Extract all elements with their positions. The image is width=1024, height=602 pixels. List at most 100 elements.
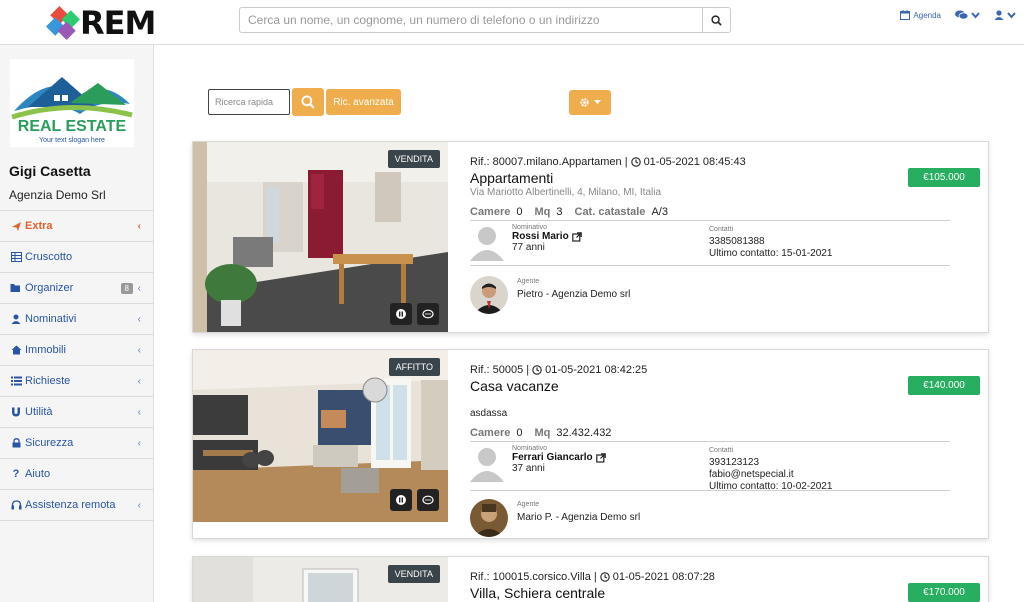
agent-name: Mario P. - Agenzia Demo srl: [517, 512, 641, 523]
global-search: [239, 7, 731, 33]
listing-features: Camere 0 Mq 32.432.432: [470, 427, 950, 439]
feature-label: Mq: [534, 206, 551, 218]
lead-name: Ferrari Giancarlo: [512, 452, 593, 463]
comment-button[interactable]: [417, 303, 439, 325]
messages-menu[interactable]: [955, 10, 980, 20]
header-actions: Agenda: [900, 10, 1016, 20]
user-name: Gigi Casetta: [9, 163, 91, 179]
listing-status-tag: VENDITA: [387, 150, 440, 168]
logo-x-icon: [46, 6, 80, 40]
sidebar-item-label: Utilità: [25, 406, 53, 418]
plane-icon: [10, 220, 22, 232]
gear-icon: [580, 98, 589, 107]
sidebar-item-organizer[interactable]: Organizer 8 ‹: [0, 273, 153, 304]
folder-open-icon: [10, 282, 22, 294]
sidebar-item-label: Immobili: [25, 344, 66, 356]
global-search-button[interactable]: [702, 7, 731, 33]
listing-card[interactable]: VENDITA Rif.: 100015.corsico.Villa | 01-…: [192, 556, 989, 602]
chevron-left-icon: ‹: [137, 314, 141, 325]
feature-label: Cat. catastale: [574, 206, 646, 218]
sidebar-item-sicurezza[interactable]: Sicurezza ‹: [0, 428, 153, 459]
ref-code: Rif.: 100015.corsico.Villa |: [470, 571, 597, 583]
sidebar-item-immobili[interactable]: Immobili ‹: [0, 335, 153, 366]
listing-photo[interactable]: AFFITTO: [193, 350, 448, 522]
listing-card[interactable]: VENDITA Rif.: 80007.milano.Appartamen | …: [192, 141, 989, 333]
ref-code: Rif.: 80007.milano.Appartamen |: [470, 156, 628, 168]
chevron-left-icon: ‹: [137, 438, 141, 449]
lead-contacts: Contatti 393123123 fabio@netspecial.it U…: [709, 445, 832, 493]
external-link-icon: [595, 452, 606, 463]
caret-down-icon: [594, 100, 601, 104]
user-menu[interactable]: [994, 10, 1016, 20]
house-logo-icon: REAL ESTATE Your text slogan here: [11, 77, 133, 144]
listing-status-tag: AFFITTO: [388, 358, 440, 376]
pause-icon: [396, 309, 406, 319]
lead-row: Nominativo Ferrari Giancarlo 37 anni Con…: [470, 442, 950, 492]
agent-label: Agente: [517, 278, 540, 285]
chevron-down-icon: [971, 11, 980, 19]
lead-name-link[interactable]: Ferrari Giancarlo: [512, 452, 606, 463]
feature-label: Camere: [470, 427, 511, 439]
advanced-search-button[interactable]: Ric. avanzata: [326, 89, 401, 115]
pause-button[interactable]: [390, 489, 412, 511]
quick-search-input[interactable]: [208, 89, 290, 115]
sidebar-item-assistenza-remota[interactable]: Assistenza remota ‹: [0, 490, 153, 521]
chevron-down-icon: [1007, 11, 1016, 19]
feature-value: A/3: [651, 206, 668, 218]
listing-title[interactable]: Villa, Schiera centrale: [470, 585, 950, 601]
chevron-left-icon: ‹: [137, 407, 141, 418]
sidebar-item-nominativi[interactable]: Nominativi ‹: [0, 304, 153, 335]
lead-contacts: Contatti 3385081388 Ultimo contatto: 15-…: [709, 224, 832, 260]
agenda-label: Agenda: [913, 10, 941, 20]
lead-age: 77 anni: [512, 242, 545, 253]
price-badge: €105.000: [908, 168, 980, 187]
sidebar-item-label: Richieste: [25, 375, 71, 387]
feature-value: 32.432.432: [556, 427, 612, 439]
feature-label: Camere: [470, 206, 511, 218]
lead-name: Rossi Mario: [512, 231, 569, 242]
search-icon: [711, 14, 722, 26]
sidebar-item-aiuto[interactable]: ? Aiuto: [0, 459, 153, 490]
quick-search-button[interactable]: [292, 88, 324, 116]
sidebar-item-cruscotto[interactable]: Cruscotto: [0, 242, 153, 273]
listing-info: Rif.: 50005 | 01-05-2021 08:42:25 Casa v…: [470, 364, 950, 539]
clock-icon: [532, 365, 542, 375]
app-logo[interactable]: REM: [46, 4, 156, 42]
default-avatar-icon: [470, 448, 504, 482]
question-icon: ?: [12, 468, 20, 480]
table-icon: [10, 251, 22, 263]
sidebar-item-label: Sicurezza: [25, 437, 74, 449]
sidebar-item-richieste[interactable]: Richieste ‹: [0, 366, 153, 397]
lead-name-link[interactable]: Rossi Mario: [512, 231, 582, 242]
global-search-input[interactable]: [239, 7, 702, 33]
contacts-label: Contatti: [709, 226, 734, 233]
listing-card[interactable]: AFFITTO Rif.: 50005 | 01-05-2021 08:42:2…: [192, 349, 989, 539]
sidebar-item-extra[interactable]: Extra ‹: [0, 211, 153, 242]
sidebar-item-utilita[interactable]: Utilità ‹: [0, 397, 153, 428]
settings-dropdown-button[interactable]: [569, 90, 611, 115]
sidebar-item-label: Nominativi: [25, 313, 77, 325]
magnet-icon: [10, 406, 22, 418]
lead-row: Nominativo Rossi Mario 77 anni Contatti …: [470, 221, 950, 263]
logo-text: REM: [80, 4, 156, 42]
price-badge: €140.000: [908, 376, 980, 395]
organizer-count-badge: 8: [120, 283, 133, 294]
lock-icon: [10, 437, 22, 449]
brand-line1: REAL ESTATE: [18, 118, 127, 135]
contact-line: Ultimo contatto: 15-01-2021: [709, 248, 833, 259]
listing-ref: Rif.: 50005 | 01-05-2021 08:42:25: [470, 364, 950, 376]
pause-button[interactable]: [390, 303, 412, 325]
listing-title[interactable]: Casa vacanze: [470, 378, 950, 394]
agenda-link[interactable]: Agenda: [900, 10, 941, 20]
contact-line[interactable]: fabio@netspecial.it: [709, 469, 832, 481]
search-icon: [301, 95, 315, 109]
listing-title[interactable]: Appartamenti: [470, 170, 950, 186]
comment-button[interactable]: [417, 489, 439, 511]
contacts-label: Contatti: [709, 447, 734, 454]
lead-info: Nominativo Ferrari Giancarlo 37 anni: [512, 445, 606, 474]
listing-photo[interactable]: VENDITA: [193, 557, 448, 602]
listing-photo[interactable]: VENDITA: [193, 142, 448, 332]
contact-line: 393123123: [709, 457, 760, 468]
clock-icon: [600, 572, 610, 582]
listing-datetime: 01-05-2021 08:42:25: [545, 364, 648, 376]
